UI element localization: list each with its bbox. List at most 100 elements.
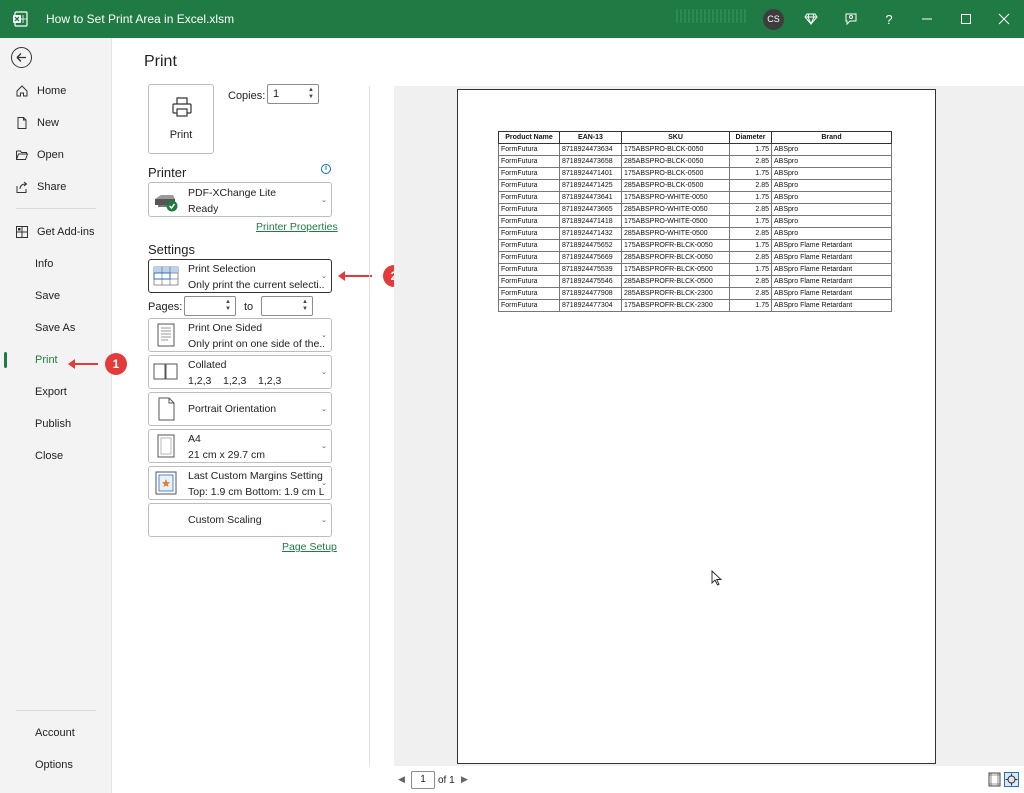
user-avatar[interactable]: CS [763,9,784,30]
table-cell: 1.75 [729,263,772,276]
nav-label: Print [35,354,58,366]
nav-publish[interactable]: Publish [0,409,111,439]
table-row: FormFutura 8718924475652 175ABSPROFR-BLCK-… [498,239,892,252]
pages-to-input[interactable]: ▲ ▼ [261,296,313,316]
nav-label: Account [35,727,75,739]
maximize-button[interactable] [953,6,979,32]
pages-label: Pages: [148,301,183,313]
zoom-to-page-icon[interactable] [1004,772,1019,787]
setting-line1: Portrait Orientation [188,403,277,415]
spin-arrows-icon[interactable]: ▲ ▼ [301,299,309,313]
nav-options[interactable]: Options [0,750,111,780]
sides-dropdown[interactable]: Print One Sided Only print on one side o… [148,318,332,352]
table-cell: ABSpro [771,167,892,180]
nav-label: Home [37,85,67,97]
table-cell: ABSpro Flame Retardant [771,299,892,312]
table-cell: 2.85 [729,179,772,192]
column-header: Diameter [729,131,772,144]
table-cell: 175ABSPROFR-BLCK-0500 [621,263,730,276]
margins-icon [155,471,177,495]
close-window-button[interactable] [991,6,1017,32]
printer-dropdown[interactable]: PDF-XChange Lite Ready ⌄ [148,182,332,217]
column-header: Product Name [498,131,560,144]
info-icon[interactable]: i [321,164,331,174]
nav-home[interactable]: Home [0,76,111,106]
nav-save[interactable]: Save [0,281,111,311]
chevron-down-icon: ⌄ [321,273,327,280]
annotation-arrow-2 [338,271,372,281]
nav-divider [16,710,96,711]
spin-arrows-icon[interactable]: ▲ ▼ [224,299,232,313]
share-icon [16,181,28,193]
show-margins-icon[interactable] [987,772,1002,787]
collated-icon [153,363,178,380]
table-cell: 1.75 [729,191,772,204]
table-row: FormFutura 8718924471401 175ABSPRO-BLCK-05… [498,167,892,180]
table-cell: 8718924473634 [559,143,622,156]
collation-dropdown[interactable]: Collated 1,2,3 1,2,3 1,2,3 ⌄ [148,355,332,389]
page-setup-link[interactable]: Page Setup [282,541,337,553]
nav-label: Open [37,149,64,161]
nav-label: Get Add-ins [37,226,95,238]
pages-to-label: to [244,301,254,313]
table-row: FormFutura 8718924473658 285ABSPRO-BLCK-00… [498,155,892,168]
nav-share[interactable]: Share [0,172,111,202]
previous-page-button[interactable]: ◀ [398,774,405,785]
nav-info[interactable]: Info [0,249,111,279]
chevron-down-icon: ⌄ [321,196,327,204]
pages-from-input[interactable]: ▲ ▼ [184,296,236,316]
chevron-down-icon: ⌄ [321,443,327,450]
column-header: SKU [621,131,730,144]
table-cell: 1.75 [729,239,772,252]
nav-export[interactable]: Export [0,377,111,407]
nav-save-as[interactable]: Save As [0,313,111,343]
setting-line2: Top: 1.9 cm Bottom: 1.9 cm L... [188,486,324,498]
printer-ready-icon [155,194,178,211]
next-page-button[interactable]: ▶ [461,774,468,785]
table-cell: 2.85 [729,275,772,288]
table-cell: 8718924471425 [559,179,622,192]
blurred-region [676,9,746,23]
table-cell: 8718924473641 [559,191,622,204]
chevron-down-icon: ⌄ [321,369,327,376]
table-cell: ABSpro Flame Retardant [771,251,892,264]
back-button[interactable] [11,47,32,68]
table-cell: 8718924473665 [559,203,622,216]
print-what-dropdown[interactable]: Print Selection Only print the current s… [148,259,332,293]
table-cell: 8718924475539 [559,263,622,276]
minimize-button[interactable] [914,6,940,32]
table-cell: ABSpro [771,215,892,228]
scaling-dropdown[interactable]: Custom Scaling ⌄ [148,503,332,537]
table-cell: 285ABSPROFR-BLCK-0050 [621,251,730,264]
nav-label: Info [35,258,54,270]
nav-label: Save [35,290,61,302]
table-cell: 1.75 [729,215,772,228]
table-row: FormFutura 8718924475546 285ABSPROFR-BLCK-… [498,275,892,288]
table-cell: FormFutura [498,227,560,240]
help-button[interactable]: ? [876,6,902,32]
page-number-input[interactable]: 1 [411,771,435,789]
coauthor-icon[interactable] [838,6,864,32]
document-title: How to Set Print Area in Excel.xlsm [46,12,235,26]
nav-new[interactable]: New [0,108,111,138]
nav-account[interactable]: Account [0,718,111,748]
table-row: FormFutura 8718924475539 175ABSPROFR-BLCK-… [498,263,892,276]
paper-size-dropdown[interactable]: A4 21 cm x 29.7 cm ⌄ [148,429,332,463]
spin-arrows-icon[interactable]: ▲ ▼ [307,87,315,101]
printer-properties-link[interactable]: Printer Properties [256,221,338,233]
nav-print[interactable]: Print [0,345,111,375]
table-cell: 2.85 [729,251,772,264]
orientation-dropdown[interactable]: Portrait Orientation ⌄ [148,392,332,426]
print-button-label: Print [169,129,193,141]
nav-open[interactable]: Open [0,140,111,170]
table-cell: 8718924475669 [559,251,622,264]
table-cell: FormFutura [498,299,560,312]
margins-dropdown[interactable]: Last Custom Margins Setting Top: 1.9 cm … [148,466,332,500]
copies-stepper[interactable]: 1 ▲ ▼ [267,84,319,104]
diamond-icon[interactable] [798,6,824,32]
nav-close[interactable]: Close [0,441,111,471]
nav-get-addins[interactable]: Get Add-ins [0,217,111,247]
table-cell: ABSpro [771,143,892,156]
print-button[interactable]: Print [148,84,214,154]
table-row: FormFutura 8718924477908 285ABSPROFR-BLCK-… [498,287,892,300]
